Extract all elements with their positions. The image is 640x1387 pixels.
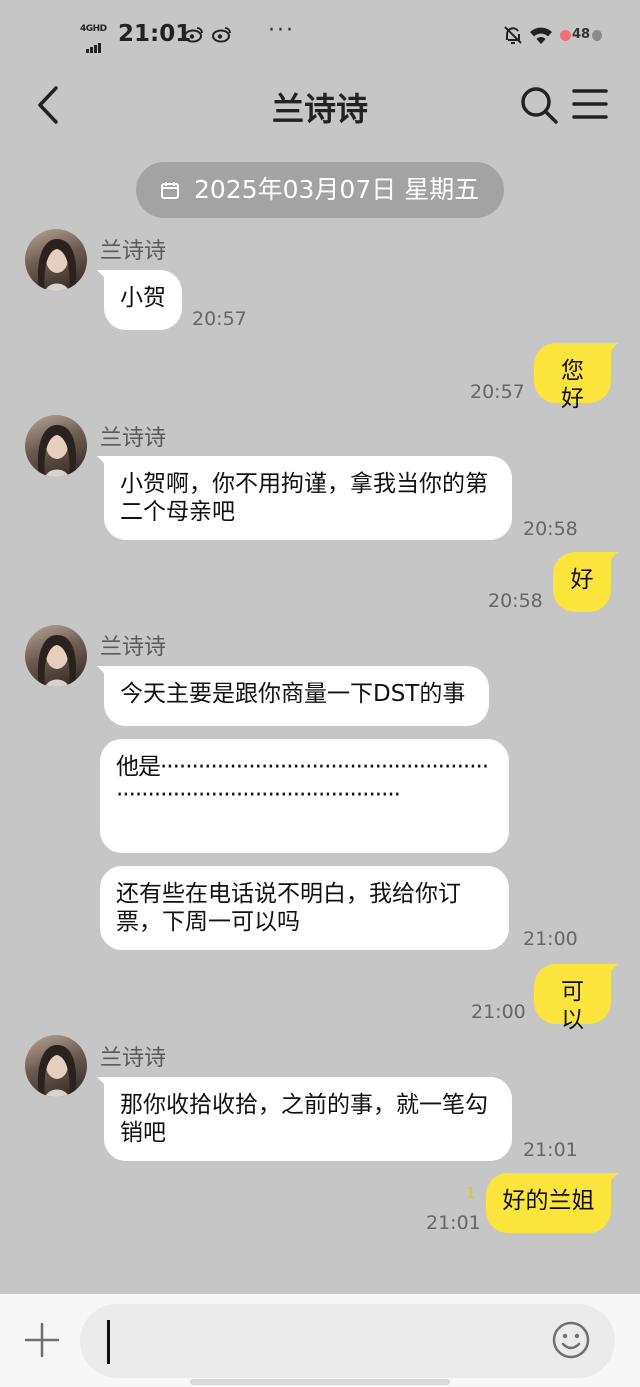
bell-off-icon <box>504 26 522 44</box>
input-bar <box>0 1294 640 1387</box>
sender-name: 兰诗诗 <box>100 635 167 660</box>
message-time: 20:58 <box>488 590 543 612</box>
weibo-icon <box>184 27 203 43</box>
sender-name: 兰诗诗 <box>100 239 167 264</box>
battery-level: 48 <box>572 27 591 42</box>
message-time: 20:57 <box>192 308 247 330</box>
chat-header: 兰诗诗 <box>0 70 640 140</box>
avatar[interactable] <box>25 625 87 687</box>
message-bubble[interactable]: 那你收拾收拾，之前的事，就一笔勾销吧 <box>97 1077 512 1161</box>
message-bubble[interactable]: 他是······································… <box>100 739 509 853</box>
message-bubble[interactable]: 今天主要是跟你商量一下DST的事 <box>97 666 489 726</box>
calendar-icon <box>161 182 179 199</box>
avatar[interactable] <box>25 415 87 477</box>
sender-name: 兰诗诗 <box>100 426 167 451</box>
message-time: 21:00 <box>523 928 578 950</box>
status-bar: 4GHD 21:01 ··· 48 <box>0 0 640 70</box>
network-type: 4GHD <box>80 24 107 34</box>
message-bubble[interactable]: 还有些在电话说不明白，我给你订票，下周一可以吗 <box>100 866 509 950</box>
message-time: 20:57 <box>470 381 525 403</box>
message-bubble[interactable]: 好 <box>553 552 618 612</box>
message-bubble[interactable]: 小贺啊，你不用拘谨，拿我当你的第二个母亲吧 <box>97 456 512 540</box>
battery-icon: 48 <box>560 27 604 44</box>
emoji-icon[interactable] <box>551 1320 591 1360</box>
message-time: 21:00 <box>471 1001 526 1023</box>
message-bubble[interactable]: 您好 <box>534 343 618 412</box>
avatar[interactable] <box>25 1035 87 1097</box>
avatar[interactable] <box>25 229 87 291</box>
plus-icon[interactable] <box>24 1322 60 1358</box>
search-icon[interactable] <box>519 85 559 125</box>
home-indicator[interactable] <box>190 1379 450 1385</box>
date-divider: 2025年03月07日 星期五 <box>136 162 504 218</box>
signal-icon: 4GHD <box>80 24 110 53</box>
date-label: 2025年03月07日 星期五 <box>194 175 480 204</box>
message-bubble[interactable]: 可以 <box>534 964 618 1033</box>
chat-screen: 4GHD 21:01 ··· 48 兰诗诗 2025年03月07日 星期五 兰诗… <box>0 0 640 1387</box>
sender-name: 兰诗诗 <box>100 1046 167 1071</box>
message-time: 21:01 <box>523 1139 578 1161</box>
message-bubble[interactable]: 好的兰姐 <box>486 1173 618 1233</box>
message-input[interactable] <box>80 1304 615 1378</box>
message-time: 21:01 <box>426 1212 481 1234</box>
status-time: 21:01 <box>118 21 192 47</box>
message-bubble[interactable]: 小贺 <box>97 270 182 330</box>
text-caret <box>107 1320 110 1364</box>
menu-icon[interactable] <box>572 87 608 121</box>
unread-count: 1 <box>466 1184 476 1202</box>
wifi-icon <box>530 27 552 44</box>
more-notifications: ··· <box>268 18 295 43</box>
weibo-icon <box>212 27 231 43</box>
message-time: 20:58 <box>523 518 578 540</box>
